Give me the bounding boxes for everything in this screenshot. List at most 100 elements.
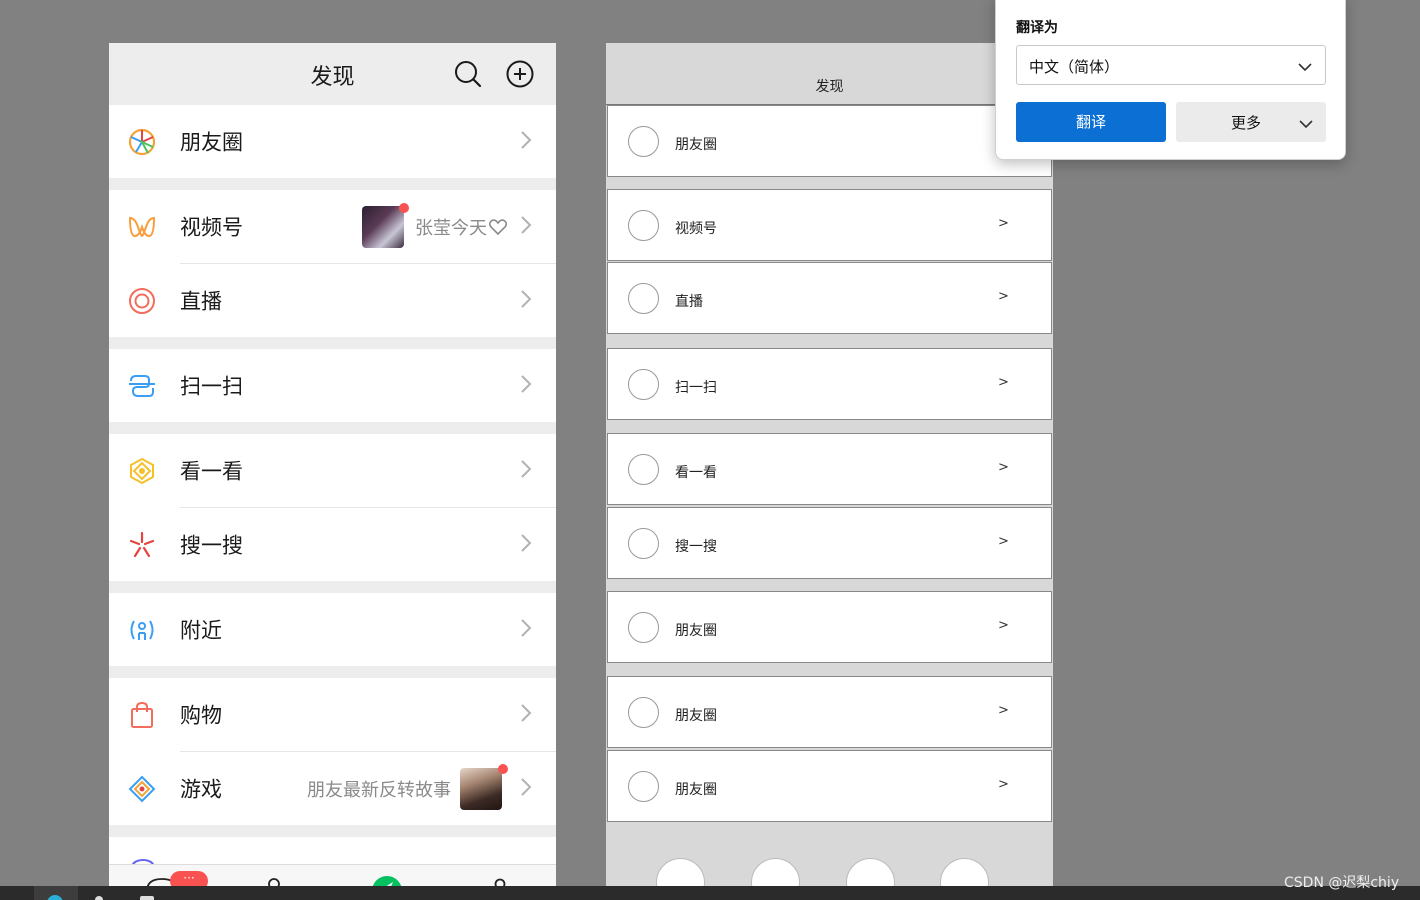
chevron-right-icon <box>519 776 533 802</box>
wireframe-row[interactable]: 视频号 > <box>607 189 1052 261</box>
live-row[interactable]: 直播 <box>109 264 556 337</box>
placeholder-icon <box>628 528 659 559</box>
channels-meta: 张莹今天 <box>415 218 487 239</box>
moments-icon <box>127 127 157 157</box>
wireframe-row[interactable]: 看一看 > <box>607 433 1052 505</box>
language-select[interactable]: 中文（简体） <box>1016 45 1326 85</box>
placeholder-icon <box>628 283 659 314</box>
wireframe-row-label: 朋友圈 <box>675 137 717 153</box>
chevron-down-icon <box>1297 58 1313 77</box>
games-label: 游戏 <box>180 776 222 801</box>
wireframe-tab-placeholder[interactable] <box>940 858 989 888</box>
scan-row[interactable]: 扫一扫 <box>109 349 556 422</box>
chevron-right-icon <box>519 458 533 484</box>
wireframe-row-label: 看一看 <box>675 465 717 481</box>
wireframe-title: 发现 <box>815 79 844 95</box>
placeholder-icon <box>628 454 659 485</box>
arrow-text: > <box>998 534 1009 549</box>
arrow-text: > <box>998 216 1009 231</box>
shopping-bag-icon <box>127 700 157 730</box>
top-stories-icon <box>127 456 157 486</box>
live-icon <box>127 286 157 316</box>
top-stories-row[interactable]: 看一看 <box>109 434 556 508</box>
more-button-label: 更多 <box>1231 114 1262 132</box>
wireframe-row[interactable]: 搜一搜 > <box>607 507 1052 579</box>
heart-icon <box>488 219 508 239</box>
wireframe-row-label: 朋友圈 <box>675 708 717 724</box>
wireframe-tab-placeholder[interactable] <box>656 858 705 888</box>
channels-thumbnail <box>362 206 404 248</box>
translate-popup: 翻译为 中文（简体） 翻译 更多 <box>995 0 1346 160</box>
games-meta: 朋友最新反转故事 <box>307 779 451 801</box>
wireframe-row-label: 直播 <box>675 294 703 310</box>
shopping-row[interactable]: 购物 <box>109 678 556 752</box>
search-icon[interactable] <box>453 59 483 93</box>
tab-bar: ··· <box>109 864 556 888</box>
arrow-text: > <box>998 289 1009 304</box>
placeholder-icon <box>628 697 659 728</box>
top-stories-label: 看一看 <box>180 459 243 484</box>
wireframe-header: 发现 <box>606 43 1053 105</box>
more-button[interactable]: 更多 <box>1176 102 1326 142</box>
translate-heading: 翻译为 <box>1016 20 1058 36</box>
chevron-right-icon <box>519 532 533 558</box>
arrow-text: > <box>998 460 1009 475</box>
wireframe-tab-placeholder[interactable] <box>751 858 800 888</box>
arrow-text: > <box>998 777 1009 792</box>
mini-program-row[interactable] <box>109 837 556 873</box>
wireframe-row-label: 搜一搜 <box>675 539 717 555</box>
search-row[interactable]: 搜一搜 <box>109 508 556 581</box>
nearby-label: 附近 <box>180 617 222 642</box>
wireframe-row[interactable]: 朋友圈 <box>607 105 1052 177</box>
channels-row[interactable]: 视频号 张莹今天 <box>109 190 556 264</box>
chevron-right-icon <box>519 214 533 240</box>
wireframe-row-label: 朋友圈 <box>675 623 717 639</box>
scan-icon <box>127 371 157 401</box>
wireframe-row[interactable]: 朋友圈 > <box>607 676 1052 748</box>
taskbar-app-icon[interactable] <box>95 896 103 900</box>
wireframe-row[interactable]: 扫一扫 > <box>607 348 1052 420</box>
games-thumbnail <box>460 767 502 810</box>
chevron-right-icon <box>519 617 533 643</box>
games-icon <box>127 774 157 804</box>
red-dot-badge <box>399 203 409 213</box>
arrow-text: > <box>998 375 1009 390</box>
wireframe-row[interactable]: 直播 > <box>607 262 1052 334</box>
channels-label: 视频号 <box>180 215 243 240</box>
search-feature-icon <box>127 530 157 560</box>
chevron-right-icon <box>519 129 533 155</box>
taskbar <box>0 886 1420 900</box>
games-row[interactable]: 游戏 朋友最新反转故事 <box>109 752 556 825</box>
placeholder-icon <box>628 771 659 802</box>
moments-row[interactable]: 朋友圈 <box>109 105 556 178</box>
top-bar: 发现 <box>109 43 556 105</box>
wireframe-row[interactable]: 朋友圈 > <box>607 750 1052 822</box>
placeholder-icon <box>628 612 659 643</box>
wireframe-row-label: 视频号 <box>675 221 717 237</box>
wireframe-screen: 发现 朋友圈 视频号 > 直播 > 扫一扫 > 看一看 > 搜一搜 > 朋友圈 … <box>606 43 1053 888</box>
page-title: 发现 <box>310 65 355 90</box>
wireframe-row-label: 朋友圈 <box>675 782 717 798</box>
placeholder-icon <box>628 369 659 400</box>
taskbar-app-icon[interactable] <box>140 896 154 900</box>
wireframe-tab-placeholder[interactable] <box>846 858 895 888</box>
chevron-right-icon <box>519 702 533 728</box>
shopping-label: 购物 <box>180 703 222 728</box>
red-dot-badge <box>498 764 508 774</box>
wireframe-row-label: 扫一扫 <box>675 380 717 396</box>
add-icon[interactable] <box>505 59 535 93</box>
arrow-text: > <box>998 618 1009 633</box>
chevron-right-icon <box>519 373 533 399</box>
watermark: CSDN @迟梨chiy <box>1284 875 1400 891</box>
live-label: 直播 <box>180 288 222 313</box>
chevron-right-icon <box>519 288 533 314</box>
scan-label: 扫一扫 <box>180 373 243 398</box>
nearby-icon <box>127 615 157 645</box>
nearby-row[interactable]: 附近 <box>109 593 556 666</box>
discover-screen: 发现 朋友圈 视频号 张莹今天 直播 扫一扫 看一看 搜一搜 附近 购物 游戏 … <box>109 43 556 888</box>
placeholder-icon <box>628 210 659 241</box>
translate-button[interactable]: 翻译 <box>1016 102 1166 142</box>
channels-icon <box>127 212 157 242</box>
wireframe-row[interactable]: 朋友圈 > <box>607 591 1052 663</box>
search-label: 搜一搜 <box>180 532 243 557</box>
